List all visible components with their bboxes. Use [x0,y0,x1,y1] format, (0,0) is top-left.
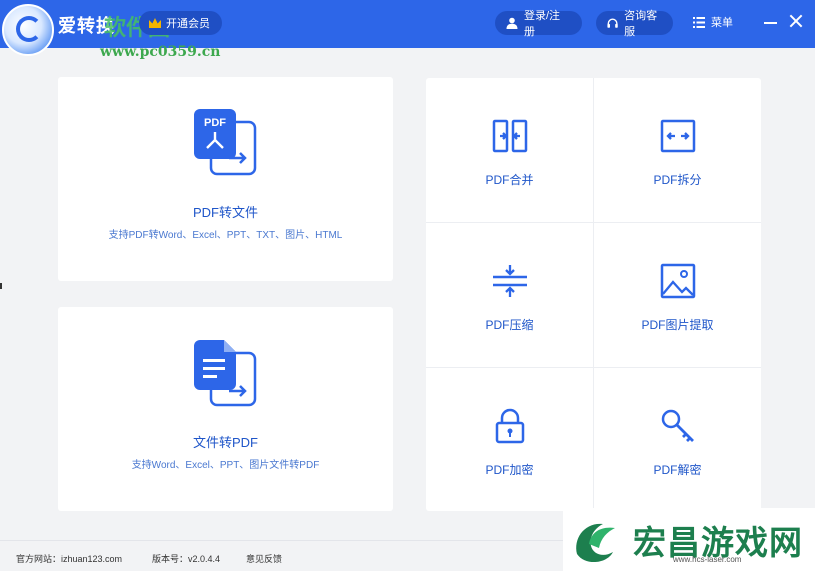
minimize-button[interactable] [764,22,777,24]
tool-image-extract[interactable]: PDF图片提取 [594,223,761,367]
edge-marker [0,283,2,289]
tool-label: PDF图片提取 [641,318,714,332]
crown-icon [149,18,161,28]
tool-label: PDF压缩 [485,318,534,332]
tool-label: PDF加密 [485,463,534,477]
menu-icon [693,16,705,28]
merge-icon [492,119,528,153]
image-extract-icon [660,263,696,299]
tool-encrypt[interactable]: PDF加密 [426,368,593,512]
tool-label: PDF拆分 [653,173,702,187]
menu-label: 菜单 [711,17,733,29]
card-description: 支持PDF转Word、Excel、PPT、TXT、图片、HTML [108,230,343,241]
version-text: 版本号：v2.0.4.4 [152,554,221,564]
website-link[interactable]: 官方网站：izhuan123.com [16,552,122,565]
headset-icon [607,18,618,28]
card-title: 文件转PDF [192,435,258,450]
login-button[interactable]: 登录/注册 [495,10,582,38]
login-label: 登录/注册 [523,10,561,38]
tool-merge[interactable]: PDF合并 [426,78,593,222]
vip-button[interactable]: 开通会员 [139,11,222,35]
tool-compress[interactable]: PDF压缩 [426,223,593,367]
feedback-link[interactable]: 意见反馈 [246,552,282,565]
file-to-pdf-card[interactable]: 文件转PDF 支持Word、Excel、PPT、图片文件转PDF [58,307,393,511]
pdf-badge: PDF [204,117,226,129]
tool-label: PDF合并 [485,173,534,187]
split-icon [660,119,696,153]
consult-button[interactable]: 咨询客服 [596,10,673,38]
watermark-url-text: www.hcs-laser.com [673,555,742,564]
watermark-logo-icon [576,523,615,563]
close-button[interactable] [789,14,803,28]
app-logo [2,4,54,56]
consult-label: 咨询客服 [624,10,658,38]
file-to-pdf-icon [194,340,257,407]
user-icon [506,17,518,29]
menu-button[interactable]: 菜单 [693,14,733,30]
tools-grid: PDF合并 PDF拆分 PDF压缩 PDF图片提取 PDF加密 PDF解密 [426,78,761,511]
compress-icon [493,265,527,297]
tool-label: PDF解密 [653,463,702,477]
title-bar: 爱转换 软件园 开通会员 登录/注册 咨询客服 菜单 [0,0,815,48]
tool-split[interactable]: PDF拆分 [594,78,761,222]
key-icon [661,409,694,442]
watermark-overlay: 宏昌游戏网 www.hcs-laser.com [563,508,815,571]
tool-decrypt[interactable]: PDF解密 [594,368,761,512]
card-description: 支持Word、Excel、PPT、图片文件转PDF [131,460,320,471]
watermark-url: www.pc0359.cn [100,44,221,60]
lock-icon [495,408,525,444]
vip-label: 开通会员 [166,18,210,30]
pdf-to-file-icon: PDF [194,109,257,176]
card-title: PDF转文件 [192,205,258,220]
pdf-to-file-card[interactable]: PDF PDF转文件 支持PDF转Word、Excel、PPT、TXT、图片、H… [58,77,393,281]
